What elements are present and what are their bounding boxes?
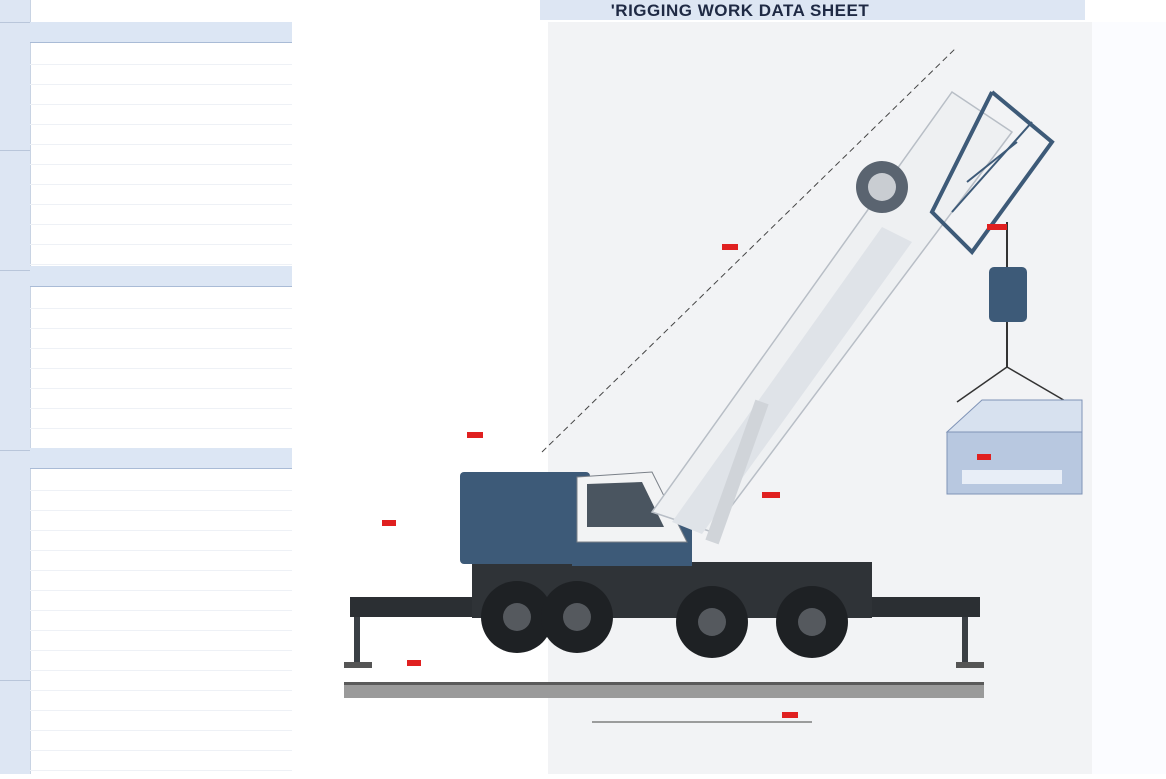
outrigger-pad — [956, 662, 984, 668]
load-marker — [977, 454, 991, 460]
data-table — [30, 22, 292, 774]
table-row[interactable] — [30, 428, 292, 449]
table-row[interactable] — [30, 144, 292, 165]
table-row[interactable] — [30, 750, 292, 771]
ground-line — [344, 684, 984, 698]
table-row[interactable] — [30, 388, 292, 409]
table-row[interactable] — [30, 530, 292, 551]
hook-block — [989, 267, 1027, 322]
table-row[interactable] — [30, 124, 292, 145]
table-row[interactable] — [30, 44, 292, 65]
row-gutter — [0, 0, 31, 774]
radius-marker — [782, 712, 798, 718]
outrigger-leg — [354, 617, 360, 665]
section-header-3 — [30, 448, 292, 469]
ground-marker — [407, 660, 421, 666]
boom-pulley-hub — [868, 173, 896, 201]
table-row[interactable] — [30, 490, 292, 511]
hook-marker — [987, 224, 1007, 230]
hub-icon — [503, 603, 531, 631]
table-row[interactable] — [30, 710, 292, 731]
table-row[interactable] — [30, 104, 292, 125]
table-row[interactable] — [30, 408, 292, 429]
crane-illustration — [344, 22, 1143, 774]
table-row[interactable] — [30, 650, 292, 671]
table-row[interactable] — [30, 670, 292, 691]
table-row[interactable] — [30, 84, 292, 105]
hub-icon — [798, 608, 826, 636]
ground-edge — [344, 682, 984, 685]
gutter-line — [0, 270, 30, 271]
table-row[interactable] — [30, 730, 292, 751]
counterweight — [460, 472, 590, 564]
table-row[interactable] — [30, 610, 292, 631]
boom-angle-marker — [722, 244, 738, 250]
section-header-1 — [30, 22, 292, 43]
table-row[interactable] — [30, 164, 292, 185]
table-row[interactable] — [30, 288, 292, 309]
crane-diagram — [292, 22, 1143, 774]
table-row[interactable] — [30, 64, 292, 85]
outrigger-pad — [344, 662, 372, 668]
table-row[interactable] — [30, 368, 292, 389]
hub-icon — [698, 608, 726, 636]
sheet-title: 'RIGGING WORK DATA SHEET — [610, 1, 870, 20]
table-row[interactable] — [30, 224, 292, 245]
hub-icon — [563, 603, 591, 631]
slewing-marker — [762, 492, 780, 498]
gutter-line — [0, 450, 30, 451]
gutter-line — [0, 680, 30, 681]
table-row[interactable] — [30, 470, 292, 491]
load-box — [946, 431, 1083, 495]
table-row[interactable] — [30, 348, 292, 369]
table-row[interactable] — [30, 244, 292, 265]
table-row[interactable] — [30, 308, 292, 329]
table-row[interactable] — [30, 550, 292, 571]
load-label-box — [962, 470, 1062, 484]
table-row[interactable] — [30, 204, 292, 225]
table-row[interactable] — [30, 590, 292, 611]
table-row[interactable] — [30, 328, 292, 349]
dimension-panel — [1092, 22, 1166, 774]
counterweight-marker — [467, 432, 483, 438]
outrigger-leg — [962, 617, 968, 665]
section-header-2 — [30, 266, 292, 287]
table-row[interactable] — [30, 510, 292, 531]
outrigger-marker — [382, 520, 396, 526]
table-row[interactable] — [30, 630, 292, 651]
gutter-line — [0, 150, 30, 151]
table-row[interactable] — [30, 184, 292, 205]
worksheet: 'RIGGING WORK DATA SHEET — [0, 0, 1166, 774]
table-row[interactable] — [30, 570, 292, 591]
table-row[interactable] — [30, 690, 292, 711]
gutter-line — [0, 22, 30, 23]
